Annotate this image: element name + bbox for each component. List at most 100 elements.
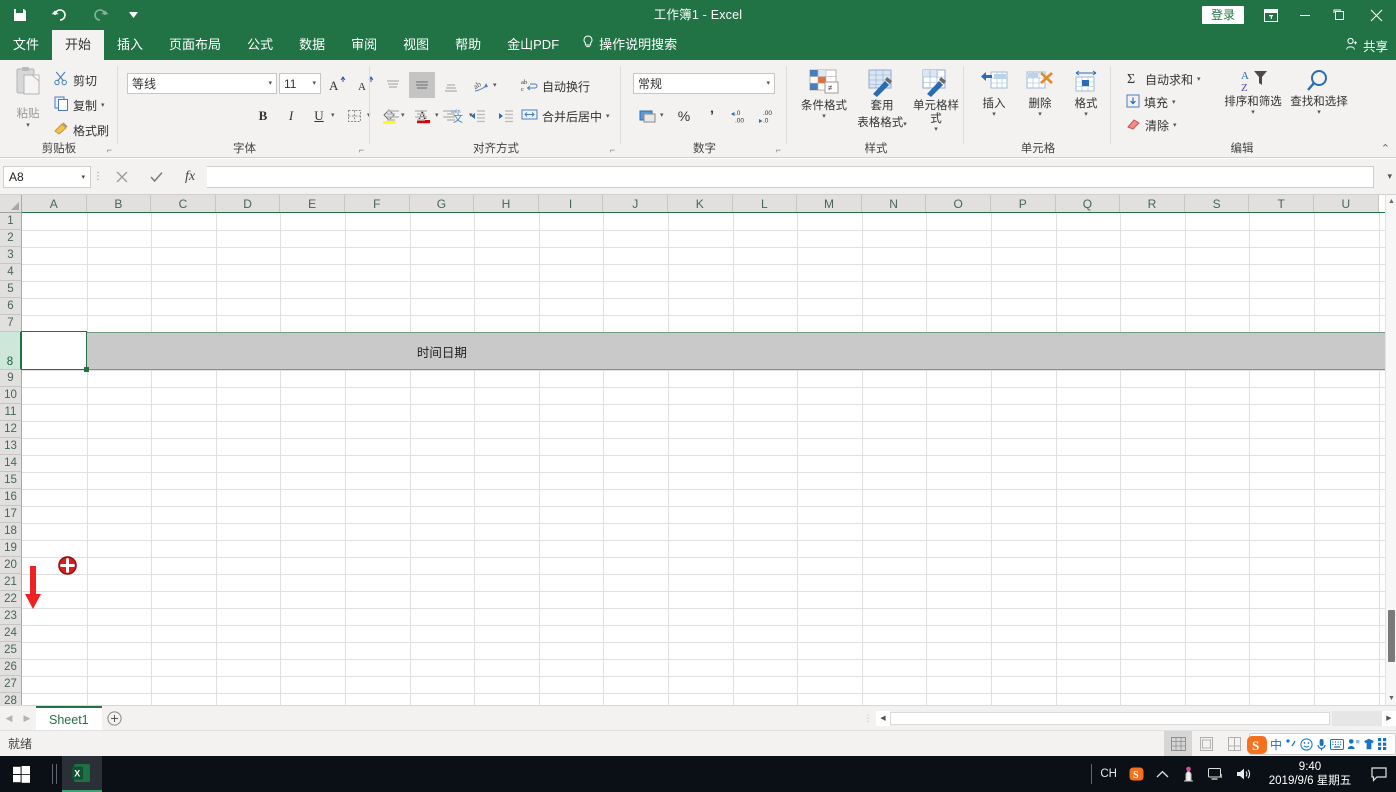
- scroll-left-icon[interactable]: ◀: [876, 710, 890, 726]
- row-header-14[interactable]: 14: [0, 455, 22, 472]
- normal-view-icon[interactable]: [1164, 731, 1192, 757]
- find-select-dropdown-icon[interactable]: ▾: [1286, 109, 1352, 116]
- column-header-I[interactable]: I: [538, 195, 604, 213]
- row-header-4[interactable]: 4: [0, 264, 22, 281]
- action-center-icon[interactable]: [1362, 766, 1396, 782]
- wrap-text-button[interactable]: ab c 自动换行: [519, 74, 592, 98]
- number-format-select[interactable]: 常规 ▾: [633, 73, 775, 94]
- excel-taskbar-icon[interactable]: X: [62, 756, 102, 792]
- row-header-15[interactable]: 15: [0, 472, 22, 489]
- row-header-13[interactable]: 13: [0, 438, 22, 455]
- merge-dropdown-icon[interactable]: ▾: [606, 113, 610, 120]
- cell-styles-dropdown-icon[interactable]: ▾: [910, 126, 962, 133]
- sort-filter-button[interactable]: A Z 排序和筛选 ▾: [1220, 66, 1286, 116]
- decrease-decimal-icon[interactable]: .00.0: [756, 104, 780, 128]
- minimize-icon[interactable]: [1288, 0, 1322, 30]
- italic-button[interactable]: I: [279, 104, 303, 128]
- redo-icon[interactable]: [80, 0, 120, 30]
- column-header-R[interactable]: R: [1120, 195, 1185, 213]
- column-header-Q[interactable]: Q: [1055, 195, 1121, 213]
- fx-icon[interactable]: fx: [173, 166, 207, 188]
- selected-row-highlight[interactable]: [22, 332, 1396, 370]
- sogou-tray-icon[interactable]: S: [1123, 767, 1150, 781]
- save-icon[interactable]: [0, 0, 40, 30]
- column-header-B[interactable]: B: [86, 195, 152, 213]
- sign-in-button[interactable]: 登录: [1202, 6, 1244, 24]
- percent-style-button[interactable]: %: [672, 104, 696, 128]
- language-indicator[interactable]: CH: [1094, 768, 1123, 780]
- font-name-dropdown-icon[interactable]: ▾: [268, 80, 272, 87]
- sheet-tab-sheet1[interactable]: Sheet1: [36, 705, 102, 731]
- row-header-16[interactable]: 16: [0, 489, 22, 506]
- expand-formula-bar-icon[interactable]: ▾: [1387, 171, 1392, 182]
- fill-handle[interactable]: [83, 367, 89, 372]
- font-dialog-launcher[interactable]: ⌐: [359, 145, 364, 155]
- page-layout-view-icon[interactable]: [1192, 731, 1220, 757]
- column-header-L[interactable]: L: [732, 195, 798, 213]
- format-cells-button[interactable]: 格式 ▾: [1065, 68, 1107, 118]
- sogou-ime-bar[interactable]: S 中: [1247, 733, 1396, 755]
- menu-icon[interactable]: [1378, 738, 1387, 750]
- tell-me-search[interactable]: 操作说明搜索: [572, 30, 690, 60]
- tab-review[interactable]: 审阅: [338, 30, 390, 60]
- tab-view[interactable]: 视图: [390, 30, 442, 60]
- column-header-P[interactable]: P: [991, 195, 1056, 213]
- clear-button[interactable]: 清除 ▾: [1124, 113, 1179, 137]
- orientation-dropdown-icon[interactable]: ▾: [493, 82, 497, 89]
- punctuation-icon[interactable]: [1285, 738, 1297, 750]
- insert-cells-dropdown-icon[interactable]: ▾: [973, 111, 1015, 118]
- column-header-F[interactable]: F: [345, 195, 410, 213]
- collapse-ribbon-icon[interactable]: ⌃: [1381, 142, 1390, 155]
- tab-data[interactable]: 数据: [286, 30, 338, 60]
- column-header-E[interactable]: E: [280, 195, 345, 213]
- paste-dropdown-icon[interactable]: ▾: [26, 122, 30, 129]
- row-header-24[interactable]: 24: [0, 625, 22, 642]
- ribbon-display-options-icon[interactable]: [1254, 0, 1288, 30]
- ime-mode-label[interactable]: 中: [1270, 736, 1282, 753]
- accounting-format-icon[interactable]: [636, 104, 660, 128]
- page-break-view-icon[interactable]: [1220, 731, 1248, 757]
- tab-home[interactable]: 开始: [52, 30, 105, 60]
- row-header-12[interactable]: 12: [0, 421, 22, 438]
- row-header-5[interactable]: 5: [0, 281, 22, 298]
- vertical-scroll-thumb[interactable]: [1388, 610, 1395, 662]
- column-header-O[interactable]: O: [926, 195, 991, 213]
- column-header-J[interactable]: J: [603, 195, 668, 213]
- row-header-10[interactable]: 10: [0, 387, 22, 404]
- tab-help[interactable]: 帮助: [442, 30, 494, 60]
- column-header-T[interactable]: T: [1249, 195, 1314, 213]
- alignment-dialog-launcher[interactable]: ⌐: [610, 145, 615, 155]
- active-cell-A8[interactable]: [21, 331, 89, 372]
- increase-indent-icon[interactable]: [493, 104, 517, 128]
- increase-font-size-icon[interactable]: A: [325, 72, 349, 96]
- name-box-dropdown-icon[interactable]: ▾: [81, 173, 85, 181]
- maximize-icon[interactable]: [1322, 0, 1356, 30]
- find-select-button[interactable]: 查找和选择 ▾: [1286, 66, 1352, 116]
- copy-dropdown-icon[interactable]: ▾: [101, 102, 105, 109]
- column-header-K[interactable]: K: [668, 195, 733, 213]
- volume-icon[interactable]: [1230, 767, 1258, 781]
- column-header-M[interactable]: M: [797, 195, 862, 213]
- row-header-21[interactable]: 21: [0, 574, 22, 591]
- undo-icon[interactable]: [40, 0, 80, 30]
- taskbar-clock[interactable]: 9:40 2019/9/6 星期五: [1258, 760, 1362, 788]
- autosum-dropdown-icon[interactable]: ▾: [1197, 76, 1201, 83]
- accounting-dropdown-icon[interactable]: ▾: [660, 112, 664, 119]
- scroll-up-icon[interactable]: ▲: [1386, 195, 1396, 208]
- align-middle-icon[interactable]: [409, 72, 435, 98]
- column-header-A[interactable]: A: [22, 195, 87, 213]
- check-icon[interactable]: [139, 166, 173, 188]
- spreadsheet-grid[interactable]: ABCDEFGHIJKLMNOPQRSTU 1 2 3 4 5 6 7 8 9 10 11 12 13 1…: [0, 195, 1396, 705]
- row-header-2[interactable]: 2: [0, 230, 22, 247]
- sort-filter-dropdown-icon[interactable]: ▾: [1220, 109, 1286, 116]
- row-header-6[interactable]: 6: [0, 298, 22, 315]
- row-header-28[interactable]: 28: [0, 693, 22, 705]
- column-header-N[interactable]: N: [861, 195, 927, 213]
- row-header-23[interactable]: 23: [0, 608, 22, 625]
- formula-input[interactable]: [207, 165, 1374, 188]
- column-header-H[interactable]: H: [474, 195, 539, 213]
- increase-decimal-icon[interactable]: .0.00: [728, 104, 752, 128]
- align-center-icon[interactable]: [409, 104, 433, 128]
- scroll-right-icon[interactable]: ▶: [1382, 710, 1396, 726]
- merge-center-button[interactable]: 合并后居中 ▾: [519, 104, 612, 128]
